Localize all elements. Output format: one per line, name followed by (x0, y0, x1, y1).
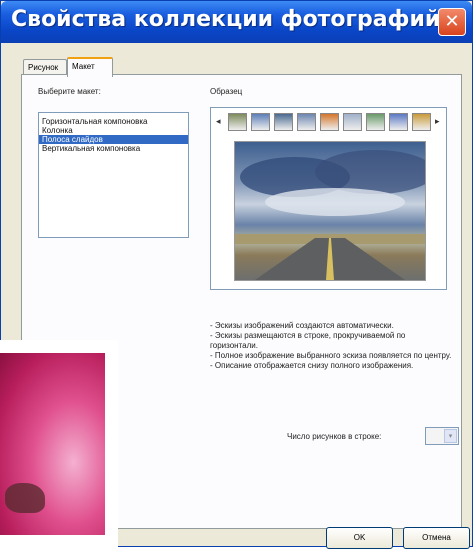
thumbnail-image[interactable] (389, 113, 408, 131)
description-line: - Описание отображается снизу полного из… (210, 361, 414, 370)
tab-picture[interactable]: Рисунок (23, 59, 67, 75)
scroll-right-icon[interactable]: ▸ (435, 117, 440, 127)
dialog-title: Свойства коллекции фотографий (11, 7, 441, 32)
images-per-row-select[interactable]: ▾ (425, 427, 459, 445)
thumbnail-image[interactable] (297, 113, 316, 131)
close-icon: ✕ (444, 11, 460, 32)
layout-listbox[interactable]: Горизонтальная компоновка Колонка Полоса… (38, 112, 189, 238)
dropdown-arrow-icon[interactable]: ▾ (444, 429, 457, 443)
thumbnail-image[interactable] (274, 113, 293, 131)
thumbnail-image[interactable] (412, 113, 431, 131)
thumbnail-strip: ◂ ▸ (214, 112, 443, 134)
selected-photo (234, 141, 426, 281)
thumbnail-image[interactable] (320, 113, 339, 131)
ok-button[interactable]: OK (326, 527, 393, 549)
scroll-left-icon[interactable]: ◂ (216, 117, 221, 127)
cancel-button[interactable]: Отмена (403, 527, 470, 549)
layout-description: - Эскизы изображений создаются автоматич… (210, 321, 455, 371)
layout-option-vertical[interactable]: Вертикальная компоновка (39, 144, 188, 153)
thumbnail-image[interactable] (343, 113, 362, 131)
pink-sky-image (0, 353, 105, 535)
description-line: - Эскизы изображений создаются автоматич… (210, 321, 394, 330)
sample-preview: ◂ ▸ (210, 107, 447, 290)
description-line: - Эскизы размещаются в строке, прокручив… (210, 331, 406, 350)
dark-silhouette (5, 483, 45, 513)
thumbnail-image[interactable] (251, 113, 270, 131)
layout-option-column[interactable]: Колонка (39, 126, 188, 135)
description-line: - Полное изображение выбранного эскиза п… (210, 351, 452, 360)
images-per-row-label: Число рисунков в строке: (287, 432, 382, 441)
thumbnail-image[interactable] (228, 113, 247, 131)
sample-label: Образец (210, 87, 243, 96)
choose-layout-label: Выберите макет: (38, 87, 101, 96)
road-landscape-image (235, 150, 425, 280)
close-button[interactable]: ✕ (438, 8, 466, 36)
thumbnail-image[interactable] (366, 113, 385, 131)
layout-option-horizontal[interactable]: Горизонтальная компоновка (39, 117, 188, 126)
overlapping-photo (0, 340, 118, 547)
tab-layout[interactable]: Макет (67, 57, 113, 77)
title-bar[interactable]: Свойства коллекции фотографий ✕ (1, 1, 472, 43)
layout-option-filmstrip[interactable]: Полоса слайдов (39, 135, 188, 144)
